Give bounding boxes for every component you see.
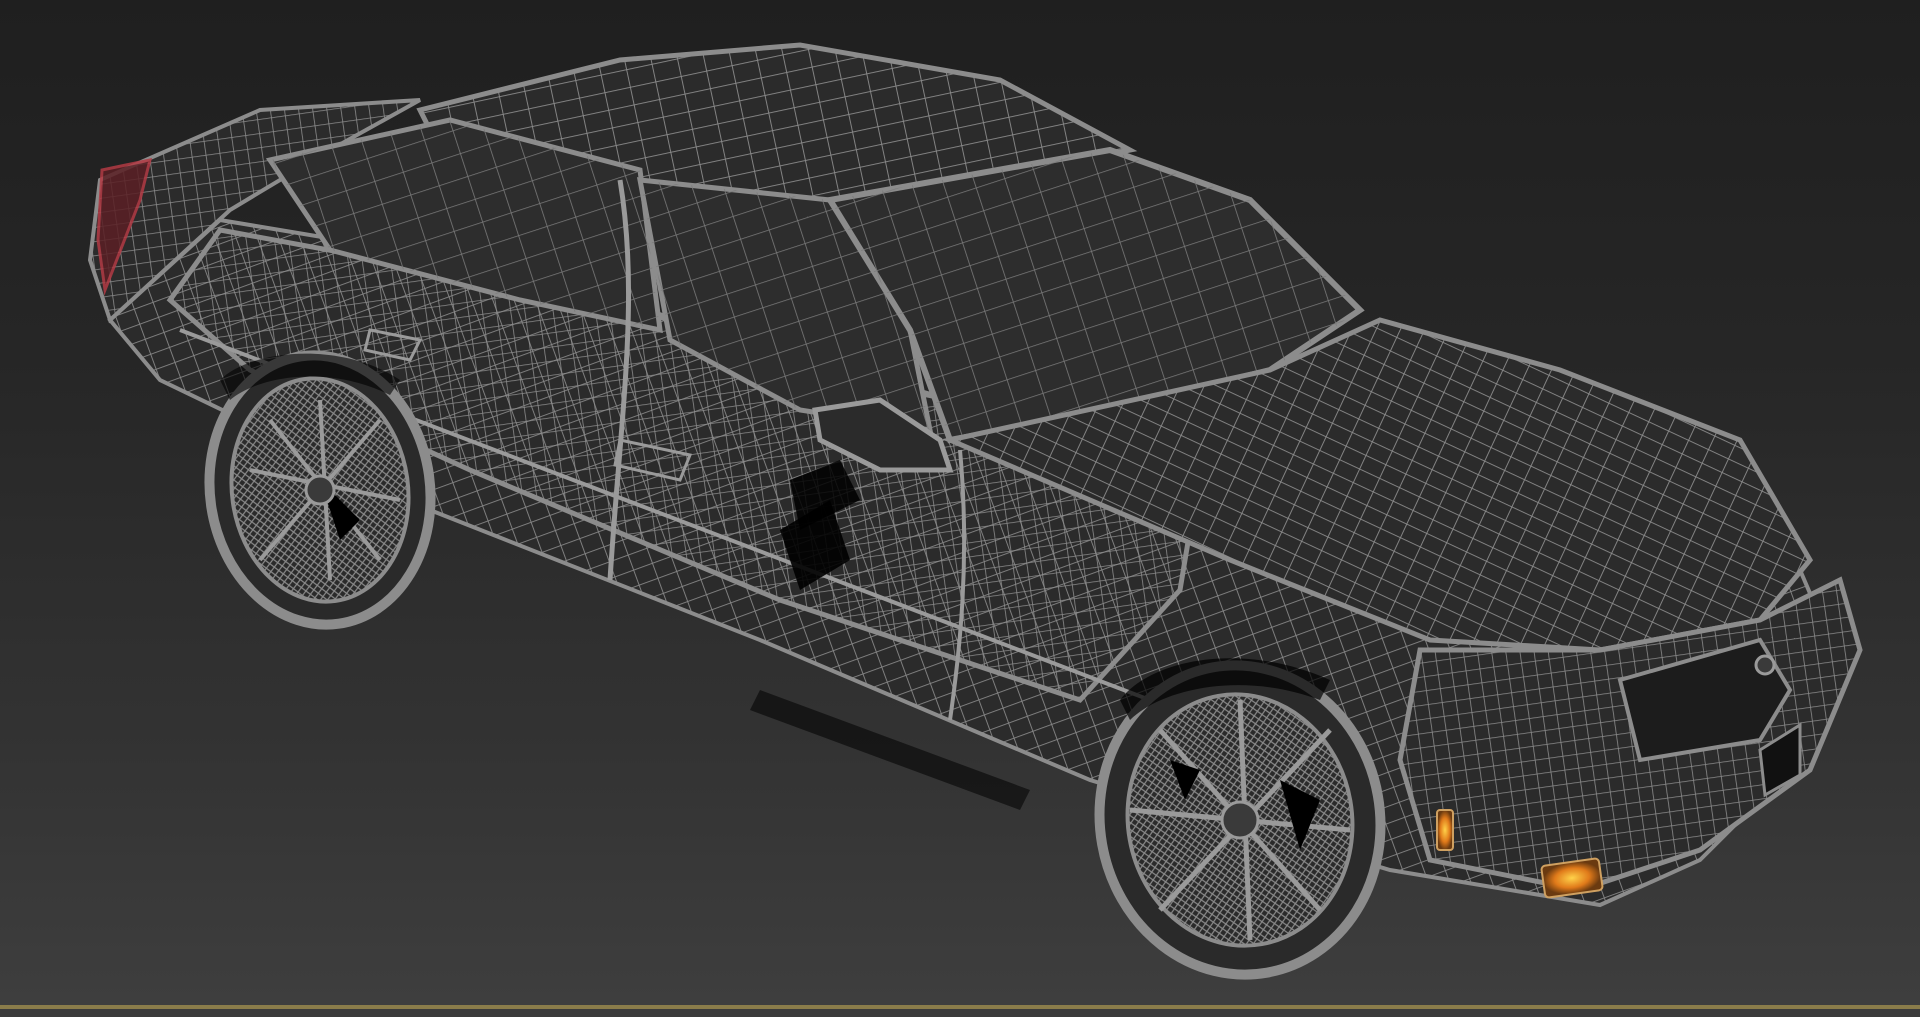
- fog-light: [1540, 857, 1604, 899]
- side-marker-light: [1436, 809, 1454, 851]
- perspective-viewport[interactable]: [0, 0, 1920, 1005]
- viewport-canvas: [87, 42, 1863, 997]
- car-model[interactable]: [87, 42, 1863, 997]
- emblem: [1754, 654, 1776, 676]
- status-area: [0, 1009, 1920, 1017]
